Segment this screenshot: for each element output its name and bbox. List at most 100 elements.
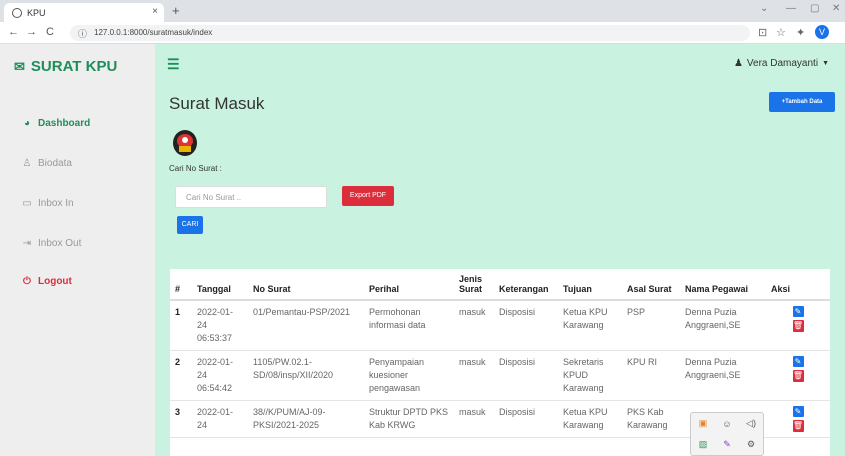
close-icon[interactable]: × xyxy=(152,6,158,17)
profile-icon[interactable]: V xyxy=(815,25,829,39)
sidebar-item-label: Biodata xyxy=(38,158,72,169)
star-icon[interactable]: ☆ xyxy=(776,26,786,39)
user-name: Vera Damayanti xyxy=(746,58,819,69)
edit-button[interactable]: ✎ xyxy=(792,306,804,317)
cell: Struktur DPTD PKS Kab KRWG xyxy=(364,400,454,438)
cell: 2022-01-24 06:54:42 xyxy=(192,350,248,401)
action-cell: ✎ 🗑 xyxy=(766,350,830,401)
dashboard-icon: ◕ xyxy=(23,118,31,129)
sidebar-item-label: Dashboard xyxy=(38,118,91,129)
main-content: Surat Masuk +Tambah Data Cari No Surat :… xyxy=(155,84,845,456)
sidebar-item-logout[interactable]: ⏻ Logout xyxy=(20,276,72,287)
user-icon: ♙ xyxy=(22,158,32,169)
cell: 38//K/PUM/AJ-09-PKSI/2021-2025 xyxy=(248,400,364,438)
inbox-icon: ▭ xyxy=(22,198,32,209)
new-tab-icon[interactable]: + xyxy=(172,3,180,18)
col-header: Aksi xyxy=(766,269,830,301)
emoji-icon[interactable]: ☺ xyxy=(722,419,731,429)
install-icon[interactable]: ⊡ xyxy=(758,26,767,39)
browser-tab-strip: KPU × + ⌄ — ▢ ✕ xyxy=(0,0,845,22)
brand-label: SURAT KPU xyxy=(30,58,118,75)
envelope-icon: ✉ xyxy=(14,58,25,74)
user-menu[interactable]: ♟ Vera Damayanti ▼ xyxy=(734,58,829,69)
edit-button[interactable]: ✎ xyxy=(792,356,804,367)
back-icon[interactable]: ← xyxy=(8,26,19,38)
address-bar: ← → C ⓘ 127.0.0.1:8000/suratmasuk/index … xyxy=(0,22,845,44)
table-row: 1 2022-01-24 06:53:37 01/Pemantau-PSP/20… xyxy=(170,300,830,351)
cell: 01/Pemantau-PSP/2021 xyxy=(248,300,364,351)
sidebar-item-inbox-out[interactable]: ⇥ Inbox Out xyxy=(20,238,82,249)
window-close-icon[interactable]: ✕ xyxy=(832,3,840,14)
cell: 1105/PW.02.1-SD/08/insp/XII/2020 xyxy=(248,350,364,401)
sign-out-icon: ⇥ xyxy=(22,238,32,249)
browser-tab[interactable]: KPU × xyxy=(4,3,164,22)
col-header: No Surat xyxy=(248,269,364,301)
forward-icon[interactable]: → xyxy=(26,26,37,38)
pen-icon[interactable]: ✎ xyxy=(723,439,731,450)
url-field[interactable]: ⓘ 127.0.0.1:8000/suratmasuk/index xyxy=(70,25,750,41)
cell: Disposisi xyxy=(494,350,558,401)
sidebar-item-label: Inbox In xyxy=(38,198,74,209)
search-input[interactable]: Cari No Surat .. xyxy=(175,186,327,208)
cell: Denna Puzia Anggraeni,SE xyxy=(680,350,766,401)
col-header: Tanggal xyxy=(192,269,248,301)
cell: Permohonan informasi data xyxy=(364,300,454,351)
speaker-icon[interactable]: ◁) xyxy=(746,418,756,429)
delete-button[interactable]: 🗑 xyxy=(792,420,804,432)
sidebar-item-inbox-in[interactable]: ▭ Inbox In xyxy=(20,198,74,209)
kpu-logo xyxy=(173,130,197,156)
url-text: 127.0.0.1:8000/suratmasuk/index xyxy=(94,28,213,37)
sidebar: ✉ SURAT KPU ◕ Dashboard ♙ Biodata ▭ Inbo… xyxy=(0,44,155,456)
table-header-row: # Tanggal No Surat Perihal Jenis Surat K… xyxy=(170,269,830,301)
cell: PKS Kab Karawang xyxy=(622,400,680,438)
cell: masuk xyxy=(454,350,494,401)
reload-icon[interactable]: C xyxy=(46,26,54,38)
cell: masuk xyxy=(454,400,494,438)
maximize-icon[interactable]: ▢ xyxy=(810,3,819,14)
cell: Disposisi xyxy=(494,400,558,438)
chevron-down-icon[interactable]: ⌄ xyxy=(760,3,768,14)
cell: 1 xyxy=(170,300,192,351)
cell: Penyampaian kuesioner pengawasan xyxy=(364,350,454,401)
action-cell: ✎ 🗑 xyxy=(766,300,830,351)
delete-button[interactable]: 🗑 xyxy=(792,370,804,382)
col-header: Asal Surat xyxy=(622,269,680,301)
search-label: Cari No Surat : xyxy=(169,164,222,173)
col-header: # xyxy=(170,269,192,301)
page-title: Surat Masuk xyxy=(169,94,265,113)
floating-toolbar: ▣ ☺ ◁) ▧ ✎ ⚙ xyxy=(690,412,764,456)
cell: 2 xyxy=(170,350,192,401)
cell: PSP xyxy=(622,300,680,351)
cell: masuk xyxy=(454,300,494,351)
brand[interactable]: ✉ SURAT KPU xyxy=(14,58,117,75)
settings-icon[interactable]: ⚙ xyxy=(747,439,755,450)
col-header: Perihal xyxy=(364,269,454,301)
caret-down-icon: ▼ xyxy=(822,60,829,67)
cell: 2022-01-24 06:53:37 xyxy=(192,300,248,351)
highlight-icon[interactable]: ▧ xyxy=(699,439,708,450)
sidebar-item-biodata[interactable]: ♙ Biodata xyxy=(20,158,72,169)
col-header: Keterangan xyxy=(494,269,558,301)
add-data-button[interactable]: +Tambah Data xyxy=(769,92,835,112)
screenshot-icon[interactable]: ▣ xyxy=(699,418,708,429)
search-button[interactable]: CARI xyxy=(177,216,203,234)
info-icon: ⓘ xyxy=(78,29,88,39)
user-icon: ♟ xyxy=(733,58,743,69)
delete-button[interactable]: 🗑 xyxy=(792,320,804,332)
cell: KPU RI xyxy=(622,350,680,401)
cell: Denna Puzia Anggraeni,SE xyxy=(680,300,766,351)
minimize-icon[interactable]: — xyxy=(786,3,796,14)
sidebar-item-dashboard[interactable]: ◕ Dashboard xyxy=(20,118,90,129)
menu-toggle-icon[interactable]: ☰ xyxy=(167,56,180,73)
cell: Ketua KPU Karawang xyxy=(558,300,622,351)
edit-button[interactable]: ✎ xyxy=(792,406,804,417)
extensions-icon[interactable]: ✦ xyxy=(796,26,805,39)
globe-icon xyxy=(12,7,22,18)
col-header: Jenis Surat xyxy=(454,269,494,301)
action-cell: ✎ 🗑 xyxy=(766,400,830,438)
export-pdf-button[interactable]: Export PDF xyxy=(342,186,394,206)
col-header: Tujuan xyxy=(558,269,622,301)
topbar: ☰ ♟ Vera Damayanti ▼ xyxy=(155,44,845,84)
cell: Ketua KPU Karawang xyxy=(558,400,622,438)
cell: 2022-01-24 xyxy=(192,400,248,438)
